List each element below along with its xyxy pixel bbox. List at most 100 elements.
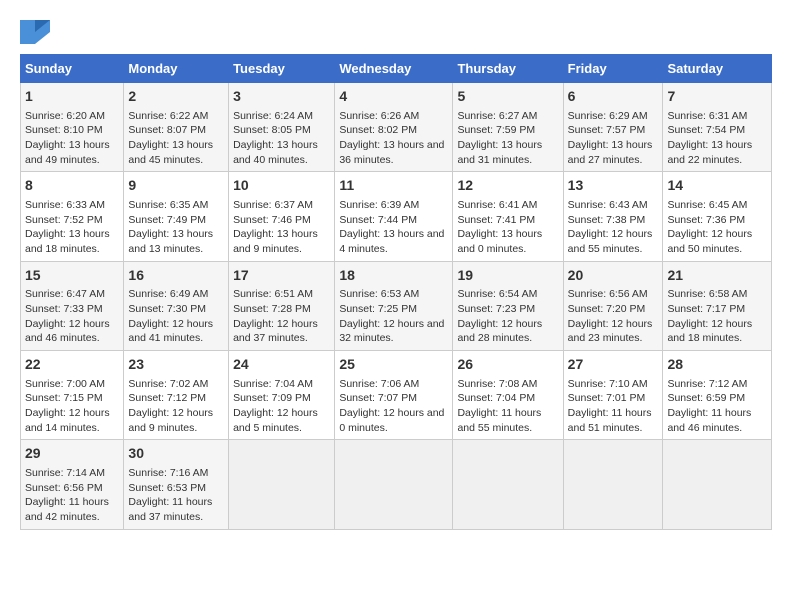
calendar-table: SundayMondayTuesdayWednesdayThursdayFrid… (20, 54, 772, 530)
day-info: Sunrise: 6:54 AM Sunset: 7:23 PM Dayligh… (457, 287, 558, 346)
calendar-cell: 26Sunrise: 7:08 AM Sunset: 7:04 PM Dayli… (453, 351, 563, 440)
day-number: 7 (667, 87, 767, 107)
day-info: Sunrise: 6:41 AM Sunset: 7:41 PM Dayligh… (457, 198, 558, 257)
calendar-cell: 10Sunrise: 6:37 AM Sunset: 7:46 PM Dayli… (229, 172, 335, 261)
calendar-week-4: 22Sunrise: 7:00 AM Sunset: 7:15 PM Dayli… (21, 351, 772, 440)
header-thursday: Thursday (453, 55, 563, 83)
day-info: Sunrise: 6:37 AM Sunset: 7:46 PM Dayligh… (233, 198, 330, 257)
calendar-cell: 2Sunrise: 6:22 AM Sunset: 8:07 PM Daylig… (124, 83, 229, 172)
day-number: 30 (128, 444, 224, 464)
header-monday: Monday (124, 55, 229, 83)
page-header (20, 20, 772, 44)
day-number: 2 (128, 87, 224, 107)
day-info: Sunrise: 6:39 AM Sunset: 7:44 PM Dayligh… (339, 198, 448, 257)
day-info: Sunrise: 7:08 AM Sunset: 7:04 PM Dayligh… (457, 377, 558, 436)
day-info: Sunrise: 7:02 AM Sunset: 7:12 PM Dayligh… (128, 377, 224, 436)
day-info: Sunrise: 6:31 AM Sunset: 7:54 PM Dayligh… (667, 109, 767, 168)
calendar-cell: 27Sunrise: 7:10 AM Sunset: 7:01 PM Dayli… (563, 351, 663, 440)
day-info: Sunrise: 6:56 AM Sunset: 7:20 PM Dayligh… (568, 287, 659, 346)
day-info: Sunrise: 7:16 AM Sunset: 6:53 PM Dayligh… (128, 466, 224, 525)
calendar-cell (453, 440, 563, 529)
day-info: Sunrise: 7:06 AM Sunset: 7:07 PM Dayligh… (339, 377, 448, 436)
header-friday: Friday (563, 55, 663, 83)
day-number: 3 (233, 87, 330, 107)
calendar-cell: 1Sunrise: 6:20 AM Sunset: 8:10 PM Daylig… (21, 83, 124, 172)
day-number: 29 (25, 444, 119, 464)
logo (20, 20, 54, 44)
day-number: 16 (128, 266, 224, 286)
day-number: 27 (568, 355, 659, 375)
day-info: Sunrise: 6:20 AM Sunset: 8:10 PM Dayligh… (25, 109, 119, 168)
day-number: 9 (128, 176, 224, 196)
day-info: Sunrise: 7:10 AM Sunset: 7:01 PM Dayligh… (568, 377, 659, 436)
calendar-cell: 23Sunrise: 7:02 AM Sunset: 7:12 PM Dayli… (124, 351, 229, 440)
day-info: Sunrise: 6:51 AM Sunset: 7:28 PM Dayligh… (233, 287, 330, 346)
day-info: Sunrise: 6:24 AM Sunset: 8:05 PM Dayligh… (233, 109, 330, 168)
calendar-cell (563, 440, 663, 529)
day-info: Sunrise: 6:26 AM Sunset: 8:02 PM Dayligh… (339, 109, 448, 168)
day-number: 21 (667, 266, 767, 286)
calendar-cell: 30Sunrise: 7:16 AM Sunset: 6:53 PM Dayli… (124, 440, 229, 529)
calendar-cell: 9Sunrise: 6:35 AM Sunset: 7:49 PM Daylig… (124, 172, 229, 261)
calendar-cell: 21Sunrise: 6:58 AM Sunset: 7:17 PM Dayli… (663, 261, 772, 350)
day-number: 22 (25, 355, 119, 375)
header-wednesday: Wednesday (335, 55, 453, 83)
calendar-cell: 22Sunrise: 7:00 AM Sunset: 7:15 PM Dayli… (21, 351, 124, 440)
day-number: 25 (339, 355, 448, 375)
day-number: 5 (457, 87, 558, 107)
day-number: 8 (25, 176, 119, 196)
day-number: 24 (233, 355, 330, 375)
calendar-cell: 19Sunrise: 6:54 AM Sunset: 7:23 PM Dayli… (453, 261, 563, 350)
day-info: Sunrise: 6:53 AM Sunset: 7:25 PM Dayligh… (339, 287, 448, 346)
day-number: 23 (128, 355, 224, 375)
calendar-cell (663, 440, 772, 529)
calendar-cell: 12Sunrise: 6:41 AM Sunset: 7:41 PM Dayli… (453, 172, 563, 261)
calendar-week-1: 1Sunrise: 6:20 AM Sunset: 8:10 PM Daylig… (21, 83, 772, 172)
day-number: 6 (568, 87, 659, 107)
calendar-cell: 7Sunrise: 6:31 AM Sunset: 7:54 PM Daylig… (663, 83, 772, 172)
calendar-cell: 8Sunrise: 6:33 AM Sunset: 7:52 PM Daylig… (21, 172, 124, 261)
day-info: Sunrise: 7:04 AM Sunset: 7:09 PM Dayligh… (233, 377, 330, 436)
day-info: Sunrise: 7:12 AM Sunset: 6:59 PM Dayligh… (667, 377, 767, 436)
day-number: 12 (457, 176, 558, 196)
calendar-cell: 29Sunrise: 7:14 AM Sunset: 6:56 PM Dayli… (21, 440, 124, 529)
calendar-cell: 15Sunrise: 6:47 AM Sunset: 7:33 PM Dayli… (21, 261, 124, 350)
calendar-cell: 25Sunrise: 7:06 AM Sunset: 7:07 PM Dayli… (335, 351, 453, 440)
day-info: Sunrise: 6:43 AM Sunset: 7:38 PM Dayligh… (568, 198, 659, 257)
day-number: 19 (457, 266, 558, 286)
day-info: Sunrise: 6:33 AM Sunset: 7:52 PM Dayligh… (25, 198, 119, 257)
calendar-cell: 11Sunrise: 6:39 AM Sunset: 7:44 PM Dayli… (335, 172, 453, 261)
day-info: Sunrise: 6:27 AM Sunset: 7:59 PM Dayligh… (457, 109, 558, 168)
day-number: 26 (457, 355, 558, 375)
calendar-week-5: 29Sunrise: 7:14 AM Sunset: 6:56 PM Dayli… (21, 440, 772, 529)
calendar-week-3: 15Sunrise: 6:47 AM Sunset: 7:33 PM Dayli… (21, 261, 772, 350)
day-number: 20 (568, 266, 659, 286)
day-info: Sunrise: 7:00 AM Sunset: 7:15 PM Dayligh… (25, 377, 119, 436)
day-info: Sunrise: 7:14 AM Sunset: 6:56 PM Dayligh… (25, 466, 119, 525)
day-info: Sunrise: 6:45 AM Sunset: 7:36 PM Dayligh… (667, 198, 767, 257)
calendar-week-2: 8Sunrise: 6:33 AM Sunset: 7:52 PM Daylig… (21, 172, 772, 261)
calendar-cell: 16Sunrise: 6:49 AM Sunset: 7:30 PM Dayli… (124, 261, 229, 350)
day-number: 28 (667, 355, 767, 375)
day-number: 11 (339, 176, 448, 196)
calendar-cell: 5Sunrise: 6:27 AM Sunset: 7:59 PM Daylig… (453, 83, 563, 172)
day-info: Sunrise: 6:49 AM Sunset: 7:30 PM Dayligh… (128, 287, 224, 346)
day-number: 15 (25, 266, 119, 286)
calendar-cell: 17Sunrise: 6:51 AM Sunset: 7:28 PM Dayli… (229, 261, 335, 350)
day-number: 18 (339, 266, 448, 286)
header-sunday: Sunday (21, 55, 124, 83)
calendar-cell: 4Sunrise: 6:26 AM Sunset: 8:02 PM Daylig… (335, 83, 453, 172)
calendar-cell: 24Sunrise: 7:04 AM Sunset: 7:09 PM Dayli… (229, 351, 335, 440)
day-number: 1 (25, 87, 119, 107)
header-saturday: Saturday (663, 55, 772, 83)
calendar-cell: 14Sunrise: 6:45 AM Sunset: 7:36 PM Dayli… (663, 172, 772, 261)
calendar-header-row: SundayMondayTuesdayWednesdayThursdayFrid… (21, 55, 772, 83)
calendar-cell: 13Sunrise: 6:43 AM Sunset: 7:38 PM Dayli… (563, 172, 663, 261)
day-number: 10 (233, 176, 330, 196)
calendar-cell: 20Sunrise: 6:56 AM Sunset: 7:20 PM Dayli… (563, 261, 663, 350)
calendar-cell (335, 440, 453, 529)
day-info: Sunrise: 6:29 AM Sunset: 7:57 PM Dayligh… (568, 109, 659, 168)
calendar-cell: 18Sunrise: 6:53 AM Sunset: 7:25 PM Dayli… (335, 261, 453, 350)
calendar-cell: 3Sunrise: 6:24 AM Sunset: 8:05 PM Daylig… (229, 83, 335, 172)
day-info: Sunrise: 6:22 AM Sunset: 8:07 PM Dayligh… (128, 109, 224, 168)
